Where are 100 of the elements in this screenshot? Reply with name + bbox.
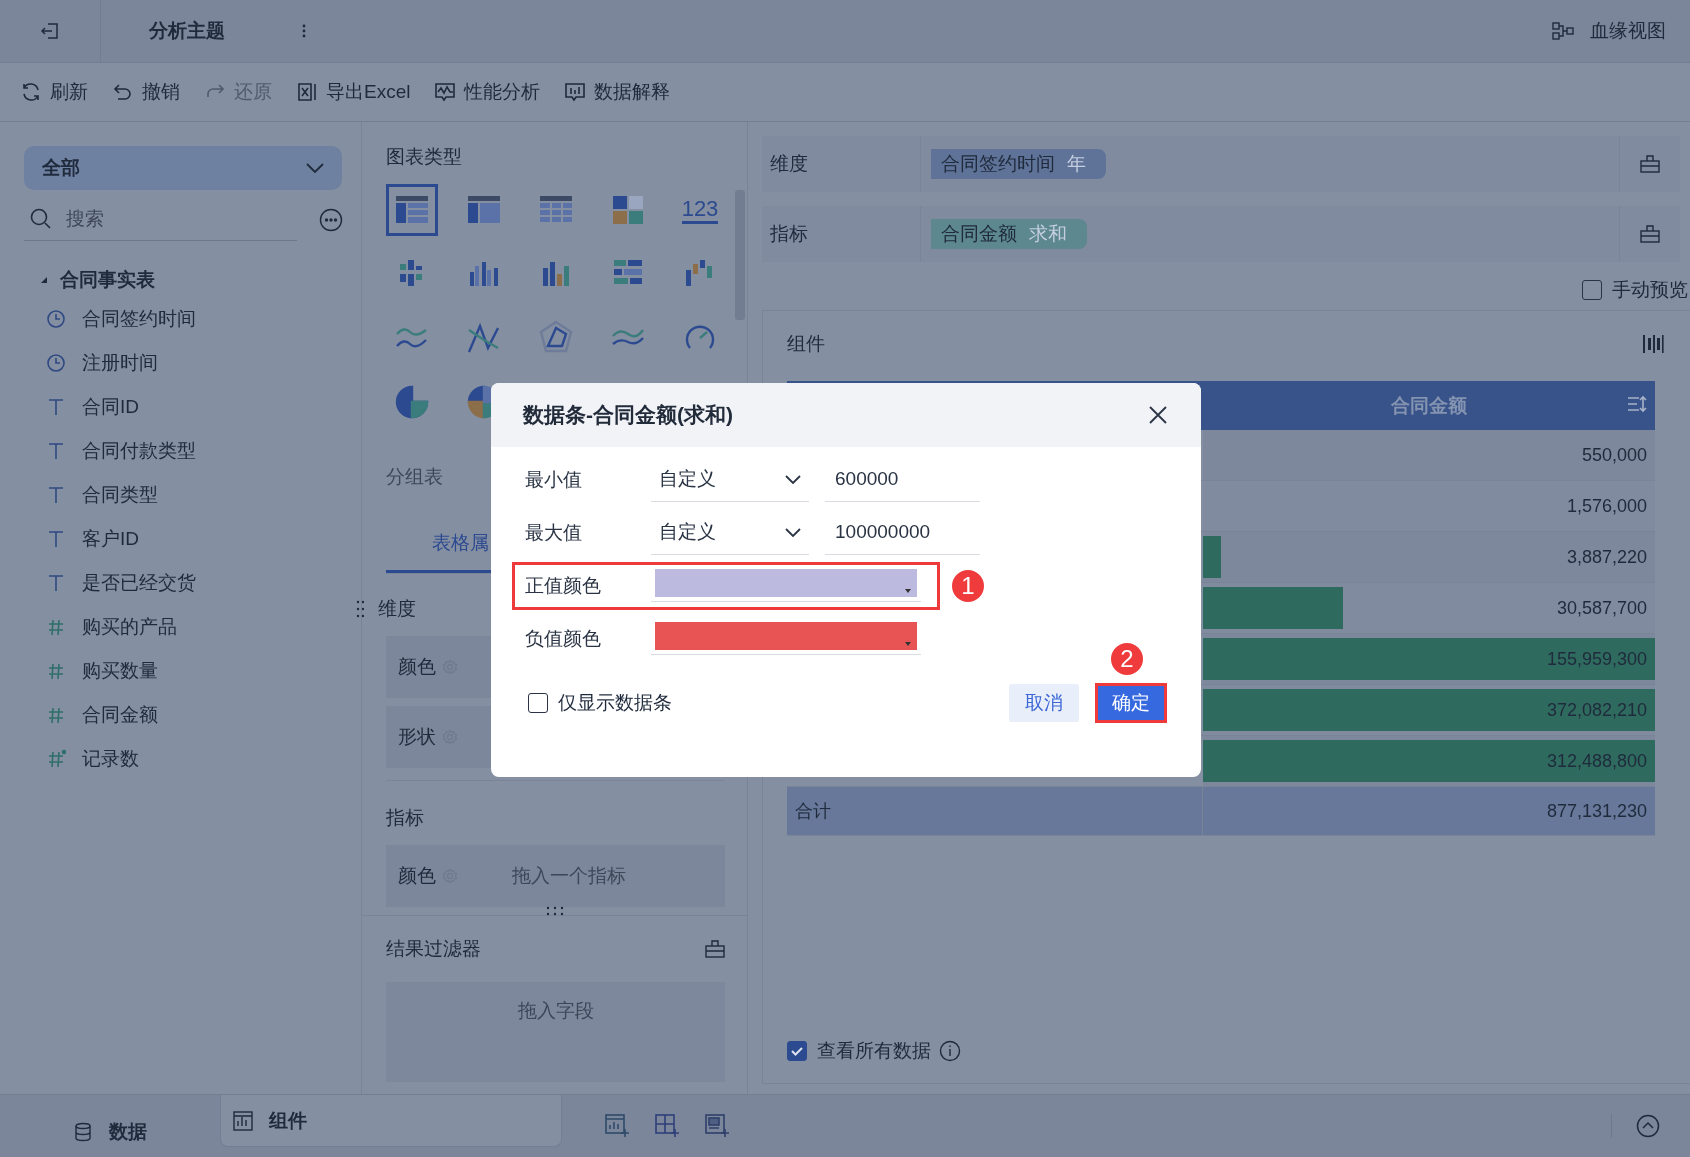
field-item[interactable]: 合同付款类型 <box>24 429 343 473</box>
add-layout-icon[interactable] <box>654 1113 680 1139</box>
field-label: 最小值 <box>525 467 583 492</box>
chart-comment-icon <box>564 81 587 103</box>
exit-icon[interactable] <box>40 21 60 41</box>
more-icon[interactable] <box>301 23 307 39</box>
field-label: 负值颜色 <box>525 626 602 651</box>
sort-icon[interactable] <box>1627 395 1647 413</box>
field-item[interactable]: 注册时间 <box>24 341 343 385</box>
undo-icon <box>112 81 134 103</box>
panel-title: 组件 <box>787 332 825 356</box>
database-icon <box>73 1122 93 1142</box>
step-badge: 1 <box>950 567 986 604</box>
caret-icon <box>905 589 911 593</box>
scope-dropdown[interactable]: 全部 <box>24 146 342 190</box>
hash-icon <box>46 661 66 681</box>
chart-type-button[interactable]: 123 <box>674 184 726 236</box>
checkbox[interactable] <box>1582 280 1602 300</box>
lineage-view-link[interactable]: 血缘视图 <box>1590 18 1666 44</box>
table-cell: 155,959,300 <box>1202 633 1655 685</box>
field-item[interactable]: 记录数 <box>24 737 343 781</box>
field-item[interactable]: 合同金额 <box>24 693 343 737</box>
section-title: 维度 <box>378 597 416 621</box>
table-cell: 372,082,210 <box>1202 684 1655 736</box>
bar-chart-icon <box>233 1110 253 1131</box>
chevron-down-icon <box>785 527 801 537</box>
bottom-tab[interactable]: 数据 <box>0 1107 220 1157</box>
checkbox-label: 仅显示数据条 <box>558 691 672 715</box>
shelf-label: 维度 <box>762 136 921 192</box>
toolbar-button[interactable]: 性能分析 <box>434 79 541 105</box>
export-icon <box>296 81 318 103</box>
close-icon[interactable] <box>1149 406 1167 424</box>
collapse-up-icon[interactable] <box>1636 1114 1660 1138</box>
chevron-down-icon <box>306 163 324 173</box>
add-text-icon[interactable] <box>704 1113 730 1139</box>
tree-group[interactable]: 合同事实表 <box>24 263 343 297</box>
info-icon[interactable] <box>939 1040 961 1062</box>
page-title: 分析主题 <box>149 19 225 43</box>
shelf-label: 指标 <box>762 206 921 262</box>
field-item[interactable]: 合同类型 <box>24 473 343 517</box>
chart-name: 分组表 <box>386 465 443 489</box>
check-icon <box>790 1044 804 1058</box>
checkbox[interactable] <box>787 1041 807 1061</box>
toolbox-icon[interactable] <box>1640 155 1660 173</box>
add-chart-icon[interactable] <box>604 1113 630 1139</box>
field-item[interactable]: 购买的产品 <box>24 605 343 649</box>
drag-handle-icon[interactable] <box>545 906 565 916</box>
hash-icon <box>46 705 66 725</box>
toolbar-button[interactable]: 数据解释 <box>564 79 671 105</box>
text-type-icon <box>46 573 66 593</box>
step-badge: 2 <box>1109 641 1145 677</box>
more-icon[interactable] <box>319 207 343 232</box>
table-cell: 1,576,000 <box>1202 480 1655 532</box>
field-chip[interactable]: 合同签约时间 年 <box>931 149 1106 179</box>
checkbox[interactable] <box>528 693 548 713</box>
table-cell: 877,131,230 <box>1202 786 1655 836</box>
refresh-icon <box>20 81 42 103</box>
search-icon <box>30 208 52 230</box>
field-label: 正值颜色 <box>525 573 602 598</box>
toolbox-icon[interactable] <box>705 940 725 958</box>
cancel-button[interactable]: 取消 <box>1009 684 1079 722</box>
toolbar-button[interactable]: 撤销 <box>112 79 180 105</box>
section-title: 图表类型 <box>386 145 463 169</box>
column-header[interactable]: 合同金额 <box>1202 381 1655 430</box>
toolbar-button[interactable]: 刷新 <box>20 79 88 105</box>
clock-icon <box>46 353 66 373</box>
field-item[interactable]: 合同ID <box>24 385 343 429</box>
table-cell: 3,887,220 <box>1202 531 1655 583</box>
caret-icon <box>905 642 911 646</box>
drop-area[interactable]: 拖入字段 <box>386 982 725 1082</box>
mode-select[interactable]: 自定义 <box>651 457 809 502</box>
confirm-button[interactable]: 确定 <box>1095 683 1167 723</box>
table-cell: 合计 <box>787 786 1203 836</box>
search-field[interactable]: 搜索 <box>64 207 248 231</box>
lineage-icon[interactable] <box>1552 22 1574 40</box>
field-chip[interactable]: 合同金额 求和 <box>931 219 1087 249</box>
toolbar-button[interactable]: 导出Excel <box>296 79 411 105</box>
checkbox-label: 查看所有数据 <box>817 1039 931 1063</box>
drop-slot[interactable]: 颜色 拖入一个指标 <box>386 845 725 907</box>
field-item[interactable]: 客户ID <box>24 517 343 561</box>
table-cell: 30,587,700 <box>1202 582 1655 634</box>
text-type-icon <box>46 485 66 505</box>
chevron-down-icon <box>785 474 801 484</box>
hash-icon <box>46 617 66 637</box>
bottom-tab[interactable]: 组件 <box>220 1095 562 1147</box>
color-picker[interactable] <box>655 622 917 650</box>
text-type-icon <box>46 529 66 549</box>
drag-handle-icon[interactable] <box>356 599 364 619</box>
clock-icon <box>46 309 66 329</box>
color-picker[interactable] <box>655 569 917 597</box>
table-cell: 312,488,800 <box>1202 735 1655 787</box>
field-item[interactable]: 合同签约时间 <box>24 297 343 341</box>
field-item[interactable]: 购买数量 <box>24 649 343 693</box>
toolbox-icon[interactable] <box>1640 225 1660 243</box>
field-item[interactable]: 是否已经交货 <box>24 561 343 605</box>
text-type-icon <box>46 397 66 417</box>
mode-select[interactable]: 自定义 <box>651 510 809 555</box>
section-title: 指标 <box>386 806 425 830</box>
barcode-style-icon[interactable] <box>1642 334 1664 354</box>
hash-icon <box>46 749 66 769</box>
